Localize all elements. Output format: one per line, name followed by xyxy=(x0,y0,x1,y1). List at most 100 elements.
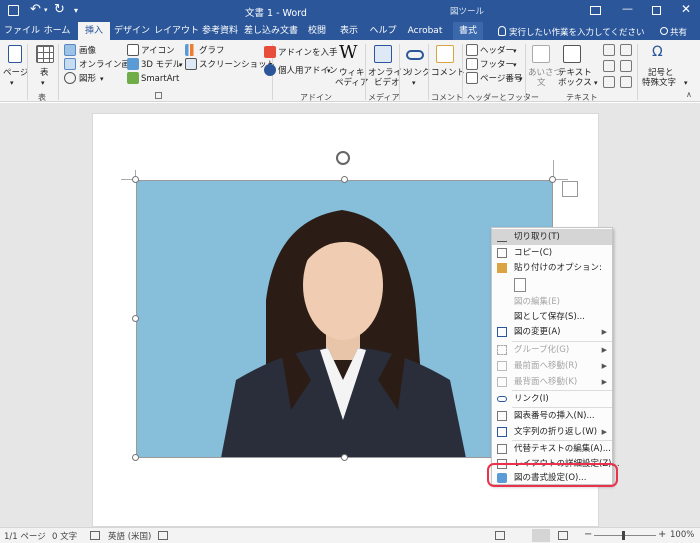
menu-item-wrap-text[interactable]: 文字列の折り返し(W) ▶ xyxy=(492,424,612,440)
save-icon[interactable] xyxy=(8,5,19,16)
paste-keep-formatting-icon[interactable] xyxy=(514,278,526,292)
shapes-button[interactable]: 図形 xyxy=(79,74,96,84)
resize-handle-bottom[interactable] xyxy=(341,454,348,461)
wikipedia-button-line2[interactable]: ペディア xyxy=(335,78,368,88)
tab-format[interactable]: 書式 xyxy=(453,22,483,40)
tab-design[interactable]: デザイン xyxy=(113,22,151,40)
redo-icon[interactable]: ↻ xyxy=(54,2,65,17)
get-addins-button[interactable]: アドインを入手 xyxy=(278,48,338,58)
macro-icon[interactable] xyxy=(158,531,168,540)
zoom-in-icon[interactable]: + xyxy=(658,529,666,540)
chevron-down-icon[interactable]: ▾ xyxy=(412,78,416,88)
greeting-button-line2[interactable]: 文 xyxy=(537,78,546,88)
zoom-level[interactable]: 100% xyxy=(670,530,694,540)
table-button[interactable]: 表 xyxy=(40,68,49,78)
tab-references[interactable]: 参考資料 xyxy=(201,22,239,40)
wikipedia-icon: W xyxy=(339,42,358,63)
dialog-launcher-icon[interactable] xyxy=(155,92,162,99)
tell-me-input[interactable]: 実行したい作業を入力してください xyxy=(509,26,645,38)
smartart-button[interactable]: SmartArt xyxy=(141,74,179,84)
undo-icon[interactable]: ↶ xyxy=(30,2,41,17)
tab-help[interactable]: ヘルプ xyxy=(369,22,397,40)
chevron-down-icon[interactable]: ▾ xyxy=(10,78,14,88)
chevron-down-icon[interactable]: ▾ xyxy=(327,66,331,76)
wordart-icon[interactable] xyxy=(603,60,615,72)
language[interactable]: 英語 (米国) xyxy=(108,530,151,542)
date-icon[interactable] xyxy=(620,60,632,72)
menu-item-edit-alt-text[interactable]: 代替テキストの編集(A)... xyxy=(492,441,612,457)
zoom-out-icon[interactable]: − xyxy=(584,529,592,540)
tab-layout[interactable]: レイアウト xyxy=(154,22,199,40)
share-icon[interactable] xyxy=(660,27,668,35)
focus-mode-icon[interactable] xyxy=(495,531,505,540)
menu-item-copy[interactable]: コピー(C) xyxy=(492,245,612,261)
chevron-down-icon[interactable]: ▾ xyxy=(513,46,517,56)
print-layout-icon[interactable] xyxy=(532,529,550,542)
page-button[interactable]: ページ xyxy=(3,68,28,78)
page-count[interactable]: 1/1 ページ xyxy=(4,530,46,542)
chevron-down-icon[interactable]: ▾ xyxy=(179,60,183,70)
minimize-icon[interactable]: — xyxy=(622,2,633,15)
chevron-down-icon[interactable]: ▾ xyxy=(41,78,45,88)
wikipedia-button-line1[interactable]: ウィキ xyxy=(339,68,365,78)
resize-handle-left[interactable] xyxy=(132,315,139,322)
menu-item-cut[interactable]: 切り取り(T) xyxy=(492,229,612,245)
online-video-button-line2[interactable]: ビデオ xyxy=(374,78,400,88)
share-button[interactable]: 共有 xyxy=(670,26,687,38)
chevron-down-icon[interactable]: ▾ xyxy=(519,74,523,84)
web-layout-icon[interactable] xyxy=(558,531,568,540)
alt-text-icon xyxy=(497,444,507,454)
undo-dropdown-icon[interactable]: ▾ xyxy=(44,6,48,14)
link-button[interactable]: リンク xyxy=(405,68,431,78)
collapse-ribbon-icon[interactable]: ∧ xyxy=(686,90,692,99)
chevron-down-icon[interactable]: ▾ xyxy=(684,78,688,88)
resize-handle-top-left[interactable] xyxy=(132,176,139,183)
tab-insert[interactable]: 挿入 xyxy=(78,22,110,40)
page-number-button[interactable]: ページ番号 xyxy=(480,74,522,84)
signature-icon[interactable] xyxy=(620,44,632,56)
greeting-button-line1[interactable]: あいさつ xyxy=(528,68,562,78)
ribbon-display-icon[interactable] xyxy=(590,6,601,15)
symbol-button-line2[interactable]: 特殊文字 xyxy=(642,78,676,88)
close-icon[interactable]: ✕ xyxy=(681,2,691,16)
screenshot-icon xyxy=(185,58,197,70)
image-button[interactable]: 画像 xyxy=(79,46,96,56)
quick-parts-icon[interactable] xyxy=(603,44,615,56)
menu-item-link[interactable]: リンク(I) xyxy=(492,391,612,407)
resize-handle-bottom-left[interactable] xyxy=(132,454,139,461)
zoom-slider-thumb[interactable] xyxy=(622,531,625,540)
footer-button[interactable]: フッター xyxy=(480,60,514,70)
icons-button[interactable]: アイコン xyxy=(141,46,175,56)
chart-button[interactable]: グラフ xyxy=(199,46,225,56)
resize-handle-top-right[interactable] xyxy=(549,176,556,183)
menu-item-save-as-picture[interactable]: 図として保存(S)... xyxy=(492,309,612,325)
symbol-button-line1[interactable]: 記号と xyxy=(648,68,674,78)
tab-mailings[interactable]: 差し込み文書 xyxy=(243,22,299,40)
textbox-button-line1[interactable]: テキスト xyxy=(558,68,592,78)
comment-button[interactable]: コメント xyxy=(431,68,465,78)
qat-customize-icon[interactable]: ▾ xyxy=(74,6,78,15)
drop-cap-icon[interactable] xyxy=(603,76,615,88)
textbox-button-line2[interactable]: ボックス xyxy=(558,78,592,88)
layout-options-icon[interactable] xyxy=(562,181,578,197)
tab-view[interactable]: 表示 xyxy=(337,22,361,40)
menu-item-change-picture[interactable]: 図の変更(A) ▶ xyxy=(492,324,612,340)
3d-model-button[interactable]: 3D モデル xyxy=(141,60,181,70)
chevron-down-icon[interactable]: ▾ xyxy=(513,60,517,70)
tab-review[interactable]: 校閲 xyxy=(305,22,329,40)
zoom-slider[interactable] xyxy=(594,535,656,536)
word-count[interactable]: 0 文字 xyxy=(52,530,77,542)
object-icon[interactable] xyxy=(620,76,632,88)
chevron-down-icon[interactable]: ▾ xyxy=(594,78,598,88)
my-addins-icon xyxy=(264,64,276,76)
tab-home[interactable]: ホーム xyxy=(40,22,74,40)
chevron-down-icon[interactable]: ▾ xyxy=(100,74,104,84)
proofing-icon[interactable] xyxy=(90,531,100,540)
tab-acrobat[interactable]: Acrobat xyxy=(405,22,445,40)
tab-file[interactable]: ファイル xyxy=(4,22,40,40)
header-button[interactable]: ヘッダー xyxy=(480,46,514,56)
rotate-handle-icon[interactable] xyxy=(336,151,350,165)
maximize-icon[interactable] xyxy=(652,6,661,15)
resize-handle-top[interactable] xyxy=(341,176,348,183)
menu-item-insert-caption[interactable]: 図表番号の挿入(N)... xyxy=(492,408,612,424)
